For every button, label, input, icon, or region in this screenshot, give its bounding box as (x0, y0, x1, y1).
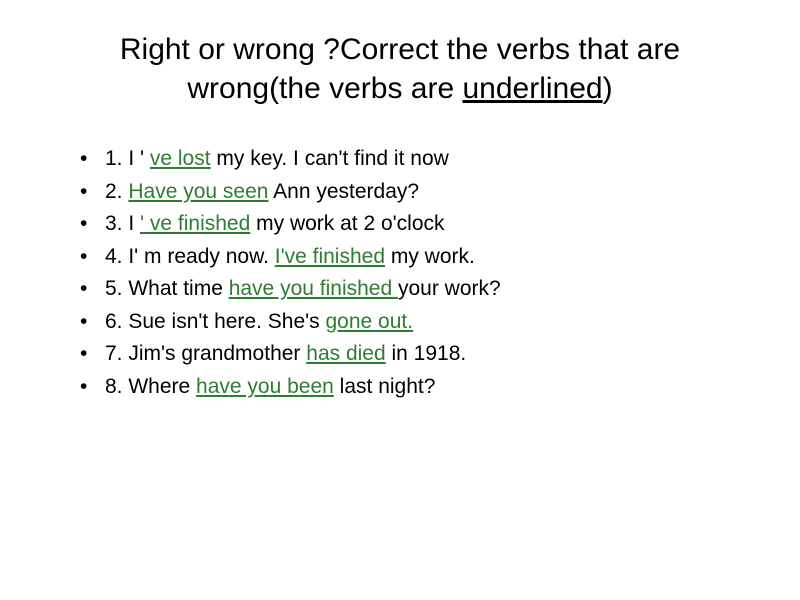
item-prefix: 5. What time (105, 277, 229, 300)
item-suffix: Ann yesterday? (268, 180, 419, 203)
item-prefix: 1. I ' (105, 147, 150, 170)
list-item: 3. I ' ve finished my work at 2 o'clock (80, 208, 750, 241)
item-prefix: 7. Jim's grandmother (105, 342, 306, 365)
item-suffix: my work. (385, 245, 475, 268)
item-prefix: 4. I' m ready now. (105, 245, 275, 268)
underlined-verb: I've finished (275, 245, 385, 268)
item-prefix: 8. Where (105, 375, 196, 398)
item-suffix: last night? (334, 375, 436, 398)
item-prefix: 6. Sue isn't here. She's (105, 310, 325, 333)
item-suffix: in 1918. (386, 342, 467, 365)
item-prefix: 2. (105, 180, 128, 203)
underlined-verb: Have you seen (128, 180, 268, 203)
underlined-verb: ve lost (150, 147, 211, 170)
list-item: 8. Where have you been last night? (80, 371, 750, 404)
underlined-verb: gone out. (325, 310, 413, 333)
list-item: 5. What time have you finished your work… (80, 273, 750, 306)
list-item: 1. I ' ve lost my key. I can't find it n… (80, 143, 750, 176)
underlined-verb: ' ve finished (140, 212, 250, 235)
list-item: 2. Have you seen Ann yesterday? (80, 176, 750, 209)
list-item: 4. I' m ready now. I've finished my work… (80, 241, 750, 274)
underlined-verb: has died (306, 342, 385, 365)
title-part2: ) (603, 72, 613, 105)
item-suffix: your work? (398, 277, 501, 300)
item-prefix: 3. I (105, 212, 140, 235)
item-suffix: my work at 2 o'clock (250, 212, 444, 235)
list-item: 7. Jim's grandmother has died in 1918. (80, 338, 750, 371)
underlined-verb: have you been (196, 375, 334, 398)
underlined-verb: have you finished (229, 277, 398, 300)
item-suffix: my key. I can't find it now (211, 147, 449, 170)
title-underlined: underlined (463, 72, 603, 105)
slide-title: Right or wrong ?Correct the verbs that a… (50, 30, 750, 108)
list-item: 6. Sue isn't here. She's gone out. (80, 306, 750, 339)
exercise-list: 1. I ' ve lost my key. I can't find it n… (50, 143, 750, 403)
